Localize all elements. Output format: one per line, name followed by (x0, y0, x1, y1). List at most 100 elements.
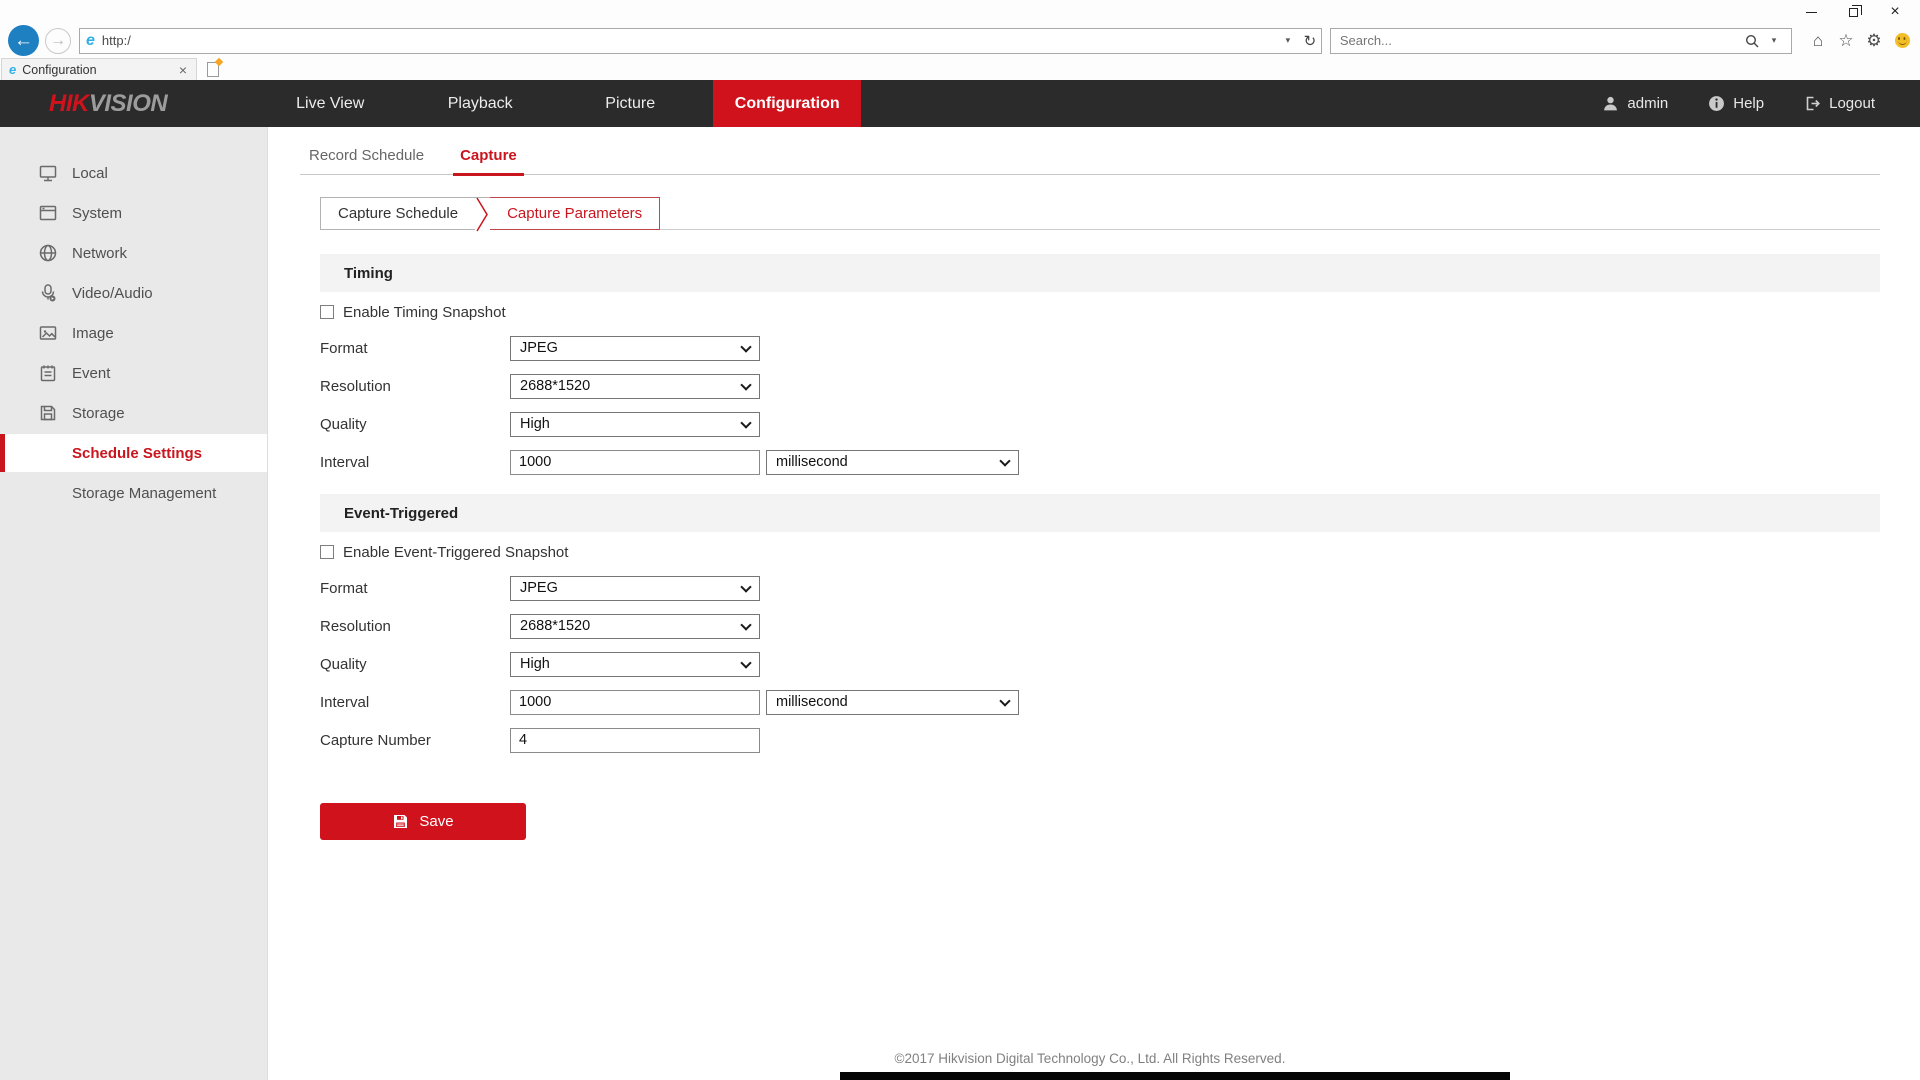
favorites-button[interactable]: ☆ (1836, 30, 1856, 52)
subtab-bottom-line (660, 197, 1880, 230)
sidebar-item-label: Event (72, 365, 110, 382)
help-label: Help (1733, 95, 1764, 112)
settings-button[interactable]: ⚙ (1864, 30, 1884, 52)
search-dropdown-button[interactable]: ▾ (1763, 29, 1785, 53)
ie-favicon: e (9, 63, 16, 76)
nav-picture[interactable]: Picture (555, 80, 705, 127)
tab-capture[interactable]: Capture (457, 147, 520, 174)
home-icon: ⌂ (1813, 31, 1823, 51)
select-value: JPEG (520, 340, 558, 356)
address-bar[interactable]: e http:/ ▾ ↻ (79, 28, 1322, 54)
logout-icon (1804, 95, 1821, 112)
restore-icon (1849, 8, 1858, 17)
timing-quality-select[interactable]: High (510, 412, 760, 437)
globe-icon (38, 243, 58, 263)
enable-timing-snapshot-row: Enable Timing Snapshot (320, 301, 1880, 323)
chevron-right-icon (475, 197, 490, 232)
sidebar-item-local[interactable]: Local (0, 153, 267, 193)
help-button[interactable]: Help (1708, 95, 1764, 112)
event-quality-select[interactable]: High (510, 652, 760, 677)
event-format-select[interactable]: JPEG (510, 576, 760, 601)
sidebar-item-image[interactable]: Image (0, 313, 267, 353)
system-window-icon (38, 203, 58, 223)
chevron-down-icon (740, 417, 751, 428)
refresh-icon: ↻ (1304, 32, 1317, 50)
url-text[interactable]: http:/ (102, 33, 1277, 48)
search-placeholder[interactable]: Search... (1340, 33, 1741, 48)
logo-part-red: HIK (49, 90, 89, 118)
capture-number-input[interactable] (510, 728, 760, 753)
nav-live-view[interactable]: Live View (255, 80, 405, 127)
sidebar-item-label: Local (72, 165, 108, 182)
settings-gear-icon: ⚙ (1866, 31, 1881, 51)
restore-button[interactable] (1832, 0, 1874, 24)
address-dropdown-button[interactable]: ▾ (1277, 29, 1299, 53)
forward-button[interactable]: → (45, 28, 71, 54)
search-button[interactable] (1741, 29, 1763, 53)
enable-event-snapshot-checkbox[interactable] (320, 545, 334, 559)
header-right: admin Help Logout (1602, 80, 1875, 127)
window-controls: × (1790, 0, 1916, 24)
sidebar-item-network[interactable]: Network (0, 233, 267, 273)
timing-resolution-row: Resolution 2688*1520 (320, 367, 1880, 405)
section-event-triggered: Event-Triggered (320, 494, 1880, 532)
timing-interval-input[interactable] (510, 450, 760, 475)
close-icon: × (1890, 4, 1899, 20)
back-button[interactable]: ← (8, 25, 39, 56)
nav-configuration[interactable]: Configuration (713, 80, 861, 127)
refresh-button[interactable]: ↻ (1299, 29, 1321, 53)
sidebar-item-label: System (72, 205, 122, 222)
home-button[interactable]: ⌂ (1808, 30, 1828, 52)
event-format-row: Format JPEG (320, 569, 1880, 607)
event-interval-row: Interval millisecond (320, 683, 1880, 721)
sidebar-item-label: Network (72, 245, 127, 262)
timing-interval-unit-select[interactable]: millisecond (766, 450, 1019, 475)
timing-format-select[interactable]: JPEG (510, 336, 760, 361)
event-interval-unit-select[interactable]: millisecond (766, 690, 1019, 715)
subtab-capture-schedule[interactable]: Capture Schedule (320, 197, 475, 230)
sidebar-item-schedule-settings[interactable]: Schedule Settings (0, 434, 267, 472)
tab-record-schedule[interactable]: Record Schedule (306, 147, 427, 174)
ie-favicon: e (86, 33, 95, 49)
close-button[interactable]: × (1874, 0, 1916, 24)
event-interval-input[interactable] (510, 690, 760, 715)
feedback-button[interactable] (1892, 30, 1912, 52)
search-box[interactable]: Search... ▾ (1330, 28, 1792, 54)
chevron-down-icon (999, 455, 1010, 466)
capture-subtabs: Capture Schedule Capture Parameters (320, 197, 1880, 230)
chevron-down-icon: ▾ (1772, 35, 1777, 46)
event-notepad-icon (38, 363, 58, 383)
timing-resolution-select[interactable]: 2688*1520 (510, 374, 760, 399)
browser-action-icons: ⌂ ☆ ⚙ (1808, 30, 1912, 52)
tab-close-icon[interactable]: × (177, 63, 189, 77)
browser-toolbar: ← → e http:/ ▾ ↻ Search... ▾ ⌂ ☆ ⚙ (0, 24, 1920, 57)
subtab-chevron-separator (475, 197, 490, 230)
subtab-capture-parameters[interactable]: Capture Parameters (490, 197, 660, 230)
page-tabs: Record Schedule Capture (300, 147, 1880, 175)
app-header: HIKVISION Live View Playback Picture Con… (0, 80, 1920, 127)
chevron-down-icon (740, 657, 751, 668)
feedback-smiley-icon (1895, 33, 1910, 48)
browser-tab-configuration[interactable]: e Configuration × (1, 58, 197, 80)
sidebar-item-video-audio[interactable]: Video/Audio (0, 273, 267, 313)
event-resolution-select[interactable]: 2688*1520 (510, 614, 760, 639)
sidebar-item-label: Storage (72, 405, 125, 422)
event-quality-row: Quality High (320, 645, 1880, 683)
sidebar-item-event[interactable]: Event (0, 353, 267, 393)
timing-quality-row: Quality High (320, 405, 1880, 443)
minimize-button[interactable] (1790, 0, 1832, 24)
new-tab-button[interactable] (200, 58, 226, 80)
capture-number-row: Capture Number (320, 721, 1880, 759)
favorites-star-icon: ☆ (1838, 31, 1853, 51)
select-value: High (520, 656, 550, 672)
sidebar-item-system[interactable]: System (0, 193, 267, 233)
sidebar-item-storage-management[interactable]: Storage Management (0, 473, 267, 513)
nav-playback[interactable]: Playback (405, 80, 555, 127)
sidebar-item-storage[interactable]: Storage (0, 393, 267, 433)
save-button[interactable]: Save (320, 803, 526, 840)
logout-button[interactable]: Logout (1804, 95, 1875, 112)
back-arrow-icon: ← (14, 30, 33, 52)
field-label: Quality (320, 656, 510, 673)
enable-timing-snapshot-checkbox[interactable] (320, 305, 334, 319)
logout-label: Logout (1829, 95, 1875, 112)
